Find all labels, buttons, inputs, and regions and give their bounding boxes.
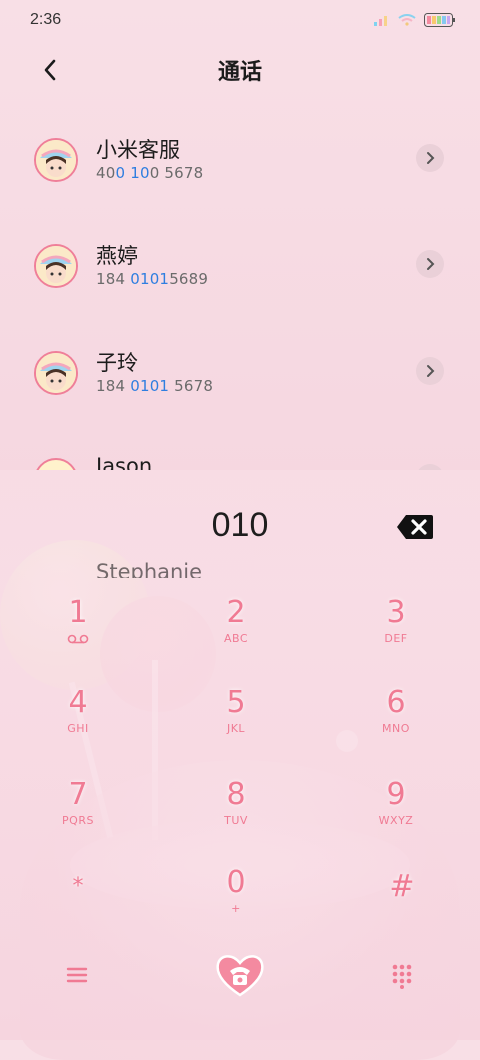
wifi-icon bbox=[398, 14, 416, 26]
avatar bbox=[34, 458, 78, 470]
key-letters: TUV bbox=[224, 814, 248, 827]
key-8[interactable]: 8 TUV bbox=[176, 778, 296, 848]
key-star[interactable]: * bbox=[18, 870, 138, 940]
key-letters: MNO bbox=[382, 722, 410, 735]
key-digit: 8 bbox=[226, 777, 246, 812]
avatar-girl-icon bbox=[36, 246, 76, 286]
key-digit: 3 bbox=[386, 595, 406, 630]
contact-number: 400 100 5678 bbox=[96, 164, 204, 182]
key-digit: 0 bbox=[226, 865, 246, 900]
key-digit: # bbox=[389, 869, 415, 904]
key-7[interactable]: 7 PQRS bbox=[18, 778, 138, 848]
contact-row[interactable]: 子玲 184 0101 5678 bbox=[0, 333, 480, 423]
key-letters: PQRS bbox=[62, 814, 94, 827]
chevron-right-icon bbox=[427, 152, 435, 164]
status-bar: 2:36 bbox=[0, 0, 480, 40]
contact-name: Stephanie bbox=[96, 560, 203, 578]
header: 通话 bbox=[0, 48, 480, 92]
key-digit: 5 bbox=[226, 685, 246, 720]
contact-number: 184 0101 5678 bbox=[96, 377, 214, 395]
chevron-right-icon bbox=[427, 365, 435, 377]
menu-icon bbox=[66, 967, 88, 983]
contact-row[interactable]: 燕婷 184 01015689 bbox=[0, 226, 480, 316]
contact-name: 子玲 bbox=[96, 351, 138, 375]
contact-row[interactable]: 小米客服 400 100 5678 bbox=[0, 120, 480, 210]
backspace-button[interactable] bbox=[396, 514, 434, 540]
avatar bbox=[34, 138, 78, 182]
dialer-bottom-bar bbox=[0, 945, 480, 1005]
key-digit: 2 bbox=[226, 595, 246, 630]
page-title: 通话 bbox=[217, 60, 262, 85]
key-digit: 4 bbox=[68, 685, 88, 720]
key-0[interactable]: 0 + bbox=[176, 866, 296, 936]
key-letters: ABC bbox=[223, 632, 249, 645]
key-letters: GHI bbox=[67, 722, 89, 735]
contact-detail-button[interactable] bbox=[416, 357, 444, 385]
key-letters: JKL bbox=[226, 722, 246, 735]
battery-icon bbox=[424, 13, 455, 27]
contact-detail-button[interactable] bbox=[416, 250, 444, 278]
contact-detail-button[interactable] bbox=[416, 144, 444, 172]
key-9[interactable]: 9 WXYZ bbox=[336, 778, 456, 848]
avatar-girl-icon bbox=[36, 140, 76, 180]
key-digit: * bbox=[72, 874, 84, 899]
key-digit: 9 bbox=[386, 777, 406, 812]
contact-row: Stephanie bbox=[0, 556, 480, 578]
status-icons bbox=[374, 13, 456, 27]
key-letters: DEF bbox=[384, 632, 408, 645]
key-4[interactable]: 4 GHI bbox=[18, 686, 138, 756]
backspace-icon bbox=[397, 515, 433, 539]
key-letters: + bbox=[231, 902, 241, 915]
contact-name: 燕婷 bbox=[96, 244, 138, 268]
signal-icon bbox=[374, 16, 387, 26]
chevron-right-icon bbox=[427, 258, 435, 270]
avatar-girl-icon bbox=[36, 353, 76, 393]
key-5[interactable]: 5 JKL bbox=[176, 686, 296, 756]
avatar bbox=[34, 351, 78, 395]
key-1[interactable]: 1 bbox=[18, 596, 138, 666]
phone-heart-icon bbox=[216, 955, 264, 997]
key-digit: 7 bbox=[68, 777, 88, 812]
voicemail-icon bbox=[67, 634, 89, 644]
call-button[interactable] bbox=[214, 951, 266, 999]
keypad-icon bbox=[392, 964, 412, 989]
status-time: 2:36 bbox=[30, 11, 62, 28]
avatar bbox=[34, 244, 78, 288]
key-digit: 6 bbox=[386, 685, 406, 720]
menu-button[interactable] bbox=[62, 963, 92, 987]
contact-number: 184 01015689 bbox=[96, 270, 209, 288]
key-2[interactable]: 2 ABC bbox=[176, 596, 296, 666]
key-3[interactable]: 3 DEF bbox=[336, 596, 456, 666]
key-hash[interactable]: # bbox=[342, 870, 462, 940]
keypad-toggle-button[interactable] bbox=[388, 961, 416, 989]
key-6[interactable]: 6 MNO bbox=[336, 686, 456, 756]
contact-name: Jason bbox=[96, 454, 153, 470]
key-letters: WXYZ bbox=[378, 814, 414, 827]
key-digit: 1 bbox=[68, 595, 88, 630]
contact-name: 小米客服 bbox=[96, 138, 180, 162]
contact-row[interactable]: Jason bbox=[0, 440, 480, 470]
